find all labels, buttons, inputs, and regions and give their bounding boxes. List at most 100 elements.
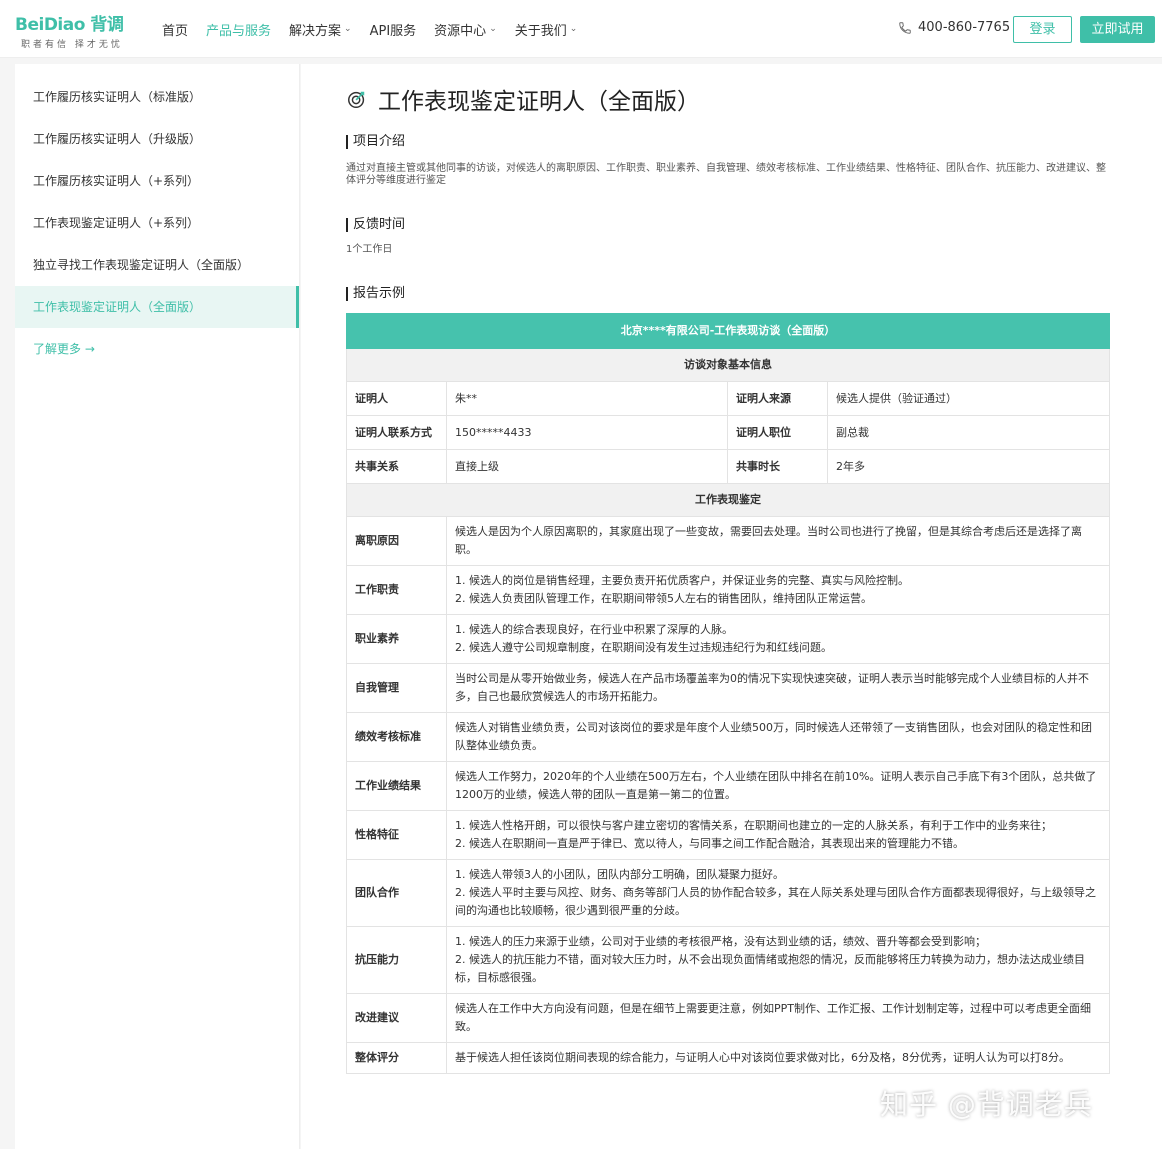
try-now-button[interactable]: 立即试用 [1080, 16, 1155, 43]
evaluation-row: 工作职责 1. 候选人的岗位是销售经理，主要负责开拓优质客户，并保证业务的完整、真… [346, 565, 1110, 615]
nav-item-label: 关于我们 [514, 23, 567, 39]
logo[interactable]: BeiDiao 背调 职者有信 择才无忧 [15, 10, 145, 50]
field-value: 候选人提供（验证通过） [827, 381, 1110, 416]
evaluation-line: 2. 候选人遵守公司规章制度，在职期间没有发生过违规违纪行为和红线问题。 [455, 641, 832, 654]
evaluation-line: 候选人是因为个人原因离职的，其家庭出现了一些变故，需要回去处理。当时公司也进行了… [455, 525, 1082, 556]
field-label: 共事关系 [346, 449, 447, 484]
evaluation-row: 离职原因 候选人是因为个人原因离职的，其家庭出现了一些变故，需要回去处理。当时公司… [346, 516, 1110, 566]
evaluation-line: 候选人在工作中大方向没有问题，但是在细节上需要更注意，例如PPT制作、工作汇报、… [455, 1002, 1091, 1033]
evaluation-label: 工作职责 [346, 565, 447, 615]
evaluation-line: 1. 候选人的压力来源于业绩，公司对于业绩的考核很严格，没有达到业绩的话，绩效、… [455, 935, 986, 948]
evaluation-line: 2. 候选人平时主要与风控、财务、商务等部门人员的协作配合较多，其在人际关系处理… [455, 886, 1096, 917]
page-title: 工作表现鉴定证明人（全面版） [346, 82, 700, 116]
evaluation-row: 抗压能力 1. 候选人的压力来源于业绩，公司对于业绩的考核很严格，没有达到业绩的话… [346, 926, 1110, 994]
nav-item-label: 首页 [162, 23, 189, 39]
sidebar-item-2[interactable]: 工作履历核实证明人（+系列） [15, 160, 299, 202]
evaluation-label: 性格特征 [346, 810, 447, 860]
nav-item-4[interactable]: 资源中心 ⌄ [434, 20, 497, 39]
sidebar-item-5[interactable]: 工作表现鉴定证明人（全面版） [15, 286, 299, 328]
sidebar-item-1[interactable]: 工作履历核实证明人（升级版） [15, 118, 299, 160]
evaluation-label: 工作业绩结果 [346, 761, 447, 811]
evaluation-content: 1. 候选人的压力来源于业绩，公司对于业绩的考核很严格，没有达到业绩的话，绩效、… [446, 926, 1110, 994]
evaluation-line: 候选人工作努力，2020年的个人业绩在500万左右，个人业绩在团队中排名在前10… [455, 770, 1097, 801]
sidebar-item-3[interactable]: 工作表现鉴定证明人（+系列） [15, 202, 299, 244]
chevron-down-icon: ⌄ [344, 24, 352, 34]
evaluation-row: 绩效考核标准 候选人对销售业绩负责，公司对该岗位的要求是年度个人业绩500万，同时… [346, 712, 1110, 762]
evaluation-line: 1. 候选人的综合表现良好，在行业中积累了深厚的人脉。 [455, 623, 733, 636]
evaluation-line: 1. 候选人带领3人的小团队，团队内部分工明确，团队凝聚力挺好。 [455, 868, 784, 881]
basic-info-heading: 访谈对象基本信息 [346, 348, 1110, 382]
field-value: 2年多 [827, 449, 1110, 484]
evaluation-label: 离职原因 [346, 516, 447, 566]
chevron-down-icon: ⌄ [569, 24, 578, 34]
feedback-heading: 反馈时间 [346, 218, 405, 232]
nav-item-3[interactable]: API服务 [370, 20, 417, 39]
logo-slogan: 职者有信 择才无忧 [21, 40, 123, 50]
evaluation-content: 1. 候选人的岗位是销售经理，主要负责开拓优质客户，并保证业务的完整、真实与风险… [446, 565, 1110, 615]
top-header: BeiDiao 背调 职者有信 择才无忧 首页 产品与服务 解决方案 ⌄ API服务 资源… [0, 0, 1162, 58]
sidebar-item-0[interactable]: 工作履历核实证明人（标准版） [15, 76, 299, 118]
phone-icon [899, 21, 911, 34]
evaluation-content: 候选人在工作中大方向没有问题，但是在细节上需要更注意，例如PPT制作、工作汇报、… [446, 993, 1110, 1043]
page-title-text: 工作表现鉴定证明人（全面版） [378, 89, 700, 115]
evaluation-line: 1. 候选人的岗位是销售经理，主要负责开拓优质客户，并保证业务的完整、真实与风险… [455, 574, 909, 587]
basic-info-heading-cell: 访谈对象基本信息 [346, 348, 1110, 382]
evaluation-label: 自我管理 [346, 663, 447, 713]
main-content: 工作表现鉴定证明人（全面版） 项目介绍 通过对直接主管或其他同事的访谈，对候选人… [301, 64, 1162, 1149]
intro-text: 通过对直接主管或其他同事的访谈，对候选人的离职原因、工作职责、职业素养、自我管理… [346, 163, 1106, 186]
report-banner: 北京****有限公司-工作表现访谈（全面版） [346, 313, 1110, 349]
field-label: 共事时长 [727, 449, 828, 484]
evaluation-heading-cell: 工作表现鉴定 [346, 483, 1110, 517]
target-icon [348, 91, 365, 108]
report-heading: 报告示例 [346, 287, 405, 301]
evaluation-content: 候选人对销售业绩负责，公司对该岗位的要求是年度个人业绩500万，同时候选人还带领… [446, 712, 1110, 762]
field-value: 150*****4433 [446, 415, 728, 450]
basic-info-row: 证明人联系方式 150*****4433 证明人职位 副总裁 [346, 415, 1110, 450]
evaluation-label: 抗压能力 [346, 926, 447, 994]
nav-item-label: 资源中心 [434, 23, 487, 39]
report-table: 北京****有限公司-工作表现访谈（全面版） 访谈对象基本信息 证明人 朱** 证明人来… [346, 313, 1110, 1074]
evaluation-row: 自我管理 当时公司是从零开始做业务，候选人在产品市场覆盖率为0的情况下实现快速突破… [346, 663, 1110, 713]
evaluation-line: 2. 候选人负责团队管理工作，在职期间带领5人左右的销售团队，维持团队正常运营。 [455, 592, 872, 605]
evaluation-content: 候选人是因为个人原因离职的，其家庭出现了一些变故，需要回去处理。当时公司也进行了… [446, 516, 1110, 566]
nav-item-2[interactable]: 解决方案 ⌄ [289, 20, 352, 39]
field-value: 副总裁 [827, 415, 1110, 450]
phone-contact: 400-860-7765 [898, 20, 1010, 35]
evaluation-line: 1. 候选人性格开朗，可以很快与客户建立密切的客情关系，在职期间也建立的一定的人… [455, 819, 1052, 832]
evaluation-label: 绩效考核标准 [346, 712, 447, 762]
nav-item-1[interactable]: 产品与服务 [206, 20, 271, 39]
evaluation-content: 1. 候选人性格开朗，可以很快与客户建立密切的客情关系，在职期间也建立的一定的人… [446, 810, 1110, 860]
chevron-down-icon: ⌄ [489, 24, 497, 34]
evaluation-label: 职业素养 [346, 614, 447, 664]
feedback-text: 1个工作日 [346, 244, 393, 255]
login-button[interactable]: 登录 [1013, 16, 1072, 43]
field-label: 证明人 [346, 381, 447, 416]
product-sidebar: 工作履历核实证明人（标准版） 工作履历核实证明人（升级版） 工作履历核实证明人（+系… [15, 64, 300, 1149]
evaluation-heading: 工作表现鉴定 [346, 483, 1110, 517]
evaluation-content: 1. 候选人带领3人的小团队，团队内部分工明确，团队凝聚力挺好。 2. 候选人平时… [446, 859, 1110, 927]
nav-item-label: 产品与服务 [206, 23, 272, 39]
evaluation-line: 2. 候选人的抗压能力不错，面对较大压力时，从不会出现负面情绪或抱怨的情况，反而… [455, 953, 1085, 984]
evaluation-row: 职业素养 1. 候选人的综合表现良好，在行业中积累了深厚的人脉。 2. 候选人遵守公… [346, 614, 1110, 664]
learn-more-link[interactable]: 了解更多 → [15, 328, 299, 370]
evaluation-label: 整体评分 [346, 1042, 447, 1074]
evaluation-content: 基于候选人担任该岗位期间表现的综合能力，与证明人心中对该岗位要求做对比，6分及格… [446, 1042, 1110, 1074]
nav-item-5[interactable]: 关于我们 ⌄ [515, 20, 578, 39]
evaluation-row: 整体评分 基于候选人担任该岗位期间表现的综合能力，与证明人心中对该岗位要求做对比，… [346, 1042, 1110, 1074]
evaluation-content: 1. 候选人的综合表现良好，在行业中积累了深厚的人脉。 2. 候选人遵守公司规章制… [446, 614, 1110, 664]
report-banner-cell: 北京****有限公司-工作表现访谈（全面版） [346, 313, 1110, 349]
evaluation-row: 改进建议 候选人在工作中大方向没有问题，但是在细节上需要更注意，例如PPT制作、工… [346, 993, 1110, 1043]
nav-item-0[interactable]: 首页 [162, 20, 188, 39]
evaluation-row: 团队合作 1. 候选人带领3人的小团队，团队内部分工明确，团队凝聚力挺好。 2. 候… [346, 859, 1110, 927]
evaluation-line: 基于候选人担任该岗位期间表现的综合能力，与证明人心中对该岗位要求做对比，6分及格… [455, 1051, 1070, 1064]
intro-heading: 项目介绍 [346, 135, 405, 149]
evaluation-label: 团队合作 [346, 859, 447, 927]
field-label: 证明人职位 [727, 415, 828, 450]
evaluation-line: 2. 候选人在职期间一直是严于律已、宽以待人，与同事之间工作配合融洽，其表现出来… [455, 837, 964, 850]
main-nav: 首页 产品与服务 解决方案 ⌄ API服务 资源中心 ⌄ 关于我们 ⌄ [162, 0, 595, 58]
field-value: 朱** [446, 381, 728, 416]
evaluation-row: 工作业绩结果 候选人工作努力，2020年的个人业绩在500万左右，个人业绩在团队中… [346, 761, 1110, 811]
sidebar-item-4[interactable]: 独立寻找工作表现鉴定证明人（全面版） [15, 244, 299, 286]
field-value: 直接上级 [446, 449, 728, 484]
evaluation-row: 性格特征 1. 候选人性格开朗，可以很快与客户建立密切的客情关系，在职期间也建立的… [346, 810, 1110, 860]
